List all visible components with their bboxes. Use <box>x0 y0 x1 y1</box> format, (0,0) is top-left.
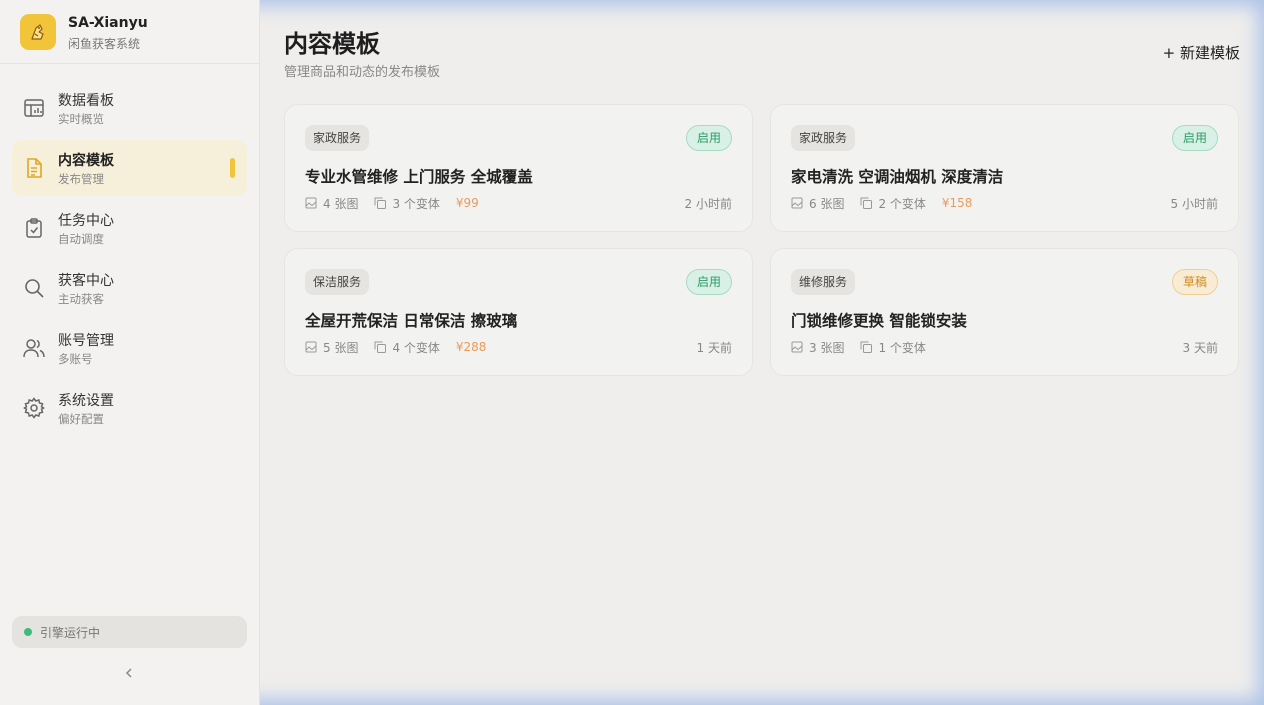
page-title: 内容模板 <box>284 30 380 58</box>
sidebar-item-label: 内容模板 <box>58 153 114 169</box>
collapse-sidebar-button[interactable] <box>118 662 140 684</box>
status-badge: 草稿 <box>1171 269 1218 295</box>
sidebar-item-label: 数据看板 <box>58 93 114 109</box>
sidebar-item-templates[interactable]: 内容模板 发布管理 <box>12 140 247 196</box>
image-icon <box>305 341 317 353</box>
clipboard-check-icon <box>26 218 42 238</box>
engine-status-text: 引擎运行中 <box>40 626 101 640</box>
sidebar-item-sub: 多账号 <box>58 352 93 366</box>
updated-time: 5 小时前 <box>1170 197 1218 211</box>
card-meta: 5 张图 4 个变体 ¥288 <box>305 339 502 355</box>
category-tag: 家政服务 <box>791 125 856 151</box>
new-template-button[interactable]: + 新建模板 <box>1163 42 1240 63</box>
sidebar-item-sub: 主动获客 <box>58 292 104 306</box>
users-icon <box>23 339 45 358</box>
app-window: SA-Xianyu 闲鱼获客系统 数据看板 实时概览 内容模板 发布管理 任务中… <box>0 0 1264 705</box>
template-card[interactable]: 家政服务 启用 专业水管维修 上门服务 全城覆盖 4 张图 3 个变体 ¥99 … <box>284 104 753 232</box>
sidebar-item-label: 系统设置 <box>58 393 114 409</box>
price: ¥158 <box>941 196 973 210</box>
image-count-text: 4 张图 <box>323 196 359 211</box>
updated-time: 2 小时前 <box>684 197 732 211</box>
sidebar-item-sub: 自动调度 <box>58 232 104 246</box>
updated-time: 3 天前 <box>1182 341 1218 355</box>
variant-count-text: 4 个变体 <box>392 340 440 355</box>
variant-count-text: 2 个变体 <box>878 196 926 211</box>
engine-status: 引擎运行中 <box>12 616 247 648</box>
card-title: 家电清洗 空调油烟机 深度清洁 <box>791 168 1004 186</box>
fish-mascot-icon <box>31 24 44 40</box>
sidebar-item-sub: 偏好配置 <box>58 412 104 426</box>
sidebar-item-label: 账号管理 <box>58 333 114 349</box>
price: ¥99 <box>455 196 479 210</box>
status-badge: 启用 <box>685 125 732 151</box>
variant-count-text: 1 个变体 <box>878 340 926 355</box>
active-indicator <box>230 158 235 178</box>
image-count-text: 6 张图 <box>809 196 845 211</box>
image-count: 4 张图 <box>305 195 358 212</box>
sidebar-item-accounts[interactable]: 账号管理 多账号 <box>12 320 247 376</box>
sidebar-item-tasks[interactable]: 任务中心 自动调度 <box>12 200 247 256</box>
status-dot <box>24 628 32 636</box>
brand-header: SA-Xianyu 闲鱼获客系统 <box>0 0 259 64</box>
card-title: 门锁维修更换 智能锁安装 <box>791 312 967 330</box>
variant-count: 2 个变体 <box>860 195 926 212</box>
template-card[interactable]: 维修服务 草稿 门锁维修更换 智能锁安装 3 张图 1 个变体 3 天前 <box>770 248 1239 376</box>
brand-subtitle: 闲鱼获客系统 <box>68 37 141 51</box>
chevron-left-icon <box>125 668 132 678</box>
variant-count: 4 个变体 <box>374 339 440 356</box>
template-card[interactable]: 家政服务 启用 家电清洗 空调油烟机 深度清洁 6 张图 2 个变体 ¥158 … <box>770 104 1239 232</box>
sidebar-item-dashboard[interactable]: 数据看板 实时概览 <box>12 80 247 136</box>
copy-icon <box>860 197 873 209</box>
app-logo <box>20 14 56 50</box>
category-tag: 保洁服务 <box>305 269 370 295</box>
image-icon <box>791 341 803 353</box>
card-meta: 4 张图 3 个变体 ¥99 <box>305 195 495 211</box>
image-count: 5 张图 <box>305 339 358 356</box>
gear-icon <box>23 397 45 419</box>
category-tag: 维修服务 <box>791 269 856 295</box>
copy-icon <box>374 341 387 353</box>
image-count-text: 5 张图 <box>323 340 359 355</box>
card-meta: 3 张图 1 个变体 <box>791 339 942 355</box>
variant-count: 3 个变体 <box>374 195 440 212</box>
sidebar-item-settings[interactable]: 系统设置 偏好配置 <box>12 380 247 436</box>
sidebar-item-label: 获客中心 <box>58 273 114 289</box>
card-title: 全屋开荒保洁 日常保洁 擦玻璃 <box>305 312 518 330</box>
page-subtitle: 管理商品和动态的发布模板 <box>284 65 441 80</box>
image-count: 6 张图 <box>791 195 844 212</box>
dashboard-icon <box>24 99 44 117</box>
copy-icon <box>374 197 387 209</box>
variant-count-text: 3 个变体 <box>392 196 440 211</box>
status-badge: 启用 <box>685 269 732 295</box>
updated-time: 1 天前 <box>696 341 732 355</box>
search-icon <box>25 279 44 298</box>
category-tag: 家政服务 <box>305 125 370 151</box>
sidebar: SA-Xianyu 闲鱼获客系统 数据看板 实时概览 内容模板 发布管理 任务中… <box>0 0 260 705</box>
card-title: 专业水管维修 上门服务 全城覆盖 <box>305 168 533 186</box>
document-icon <box>27 158 42 178</box>
sidebar-item-label: 任务中心 <box>58 213 114 229</box>
image-icon <box>791 197 803 209</box>
brand-name: SA-Xianyu <box>68 15 148 31</box>
sidebar-item-sub: 发布管理 <box>58 172 104 186</box>
image-count: 3 张图 <box>791 339 844 356</box>
card-meta: 6 张图 2 个变体 ¥158 <box>791 195 988 211</box>
image-count-text: 3 张图 <box>809 340 845 355</box>
sidebar-item-sub: 实时概览 <box>58 112 104 126</box>
image-icon <box>305 197 317 209</box>
sidebar-item-leads[interactable]: 获客中心 主动获客 <box>12 260 247 316</box>
variant-count: 1 个变体 <box>860 339 926 356</box>
price: ¥288 <box>455 340 487 354</box>
copy-icon <box>860 341 873 353</box>
template-card[interactable]: 保洁服务 启用 全屋开荒保洁 日常保洁 擦玻璃 5 张图 4 个变体 ¥288 … <box>284 248 753 376</box>
status-badge: 启用 <box>1171 125 1218 151</box>
